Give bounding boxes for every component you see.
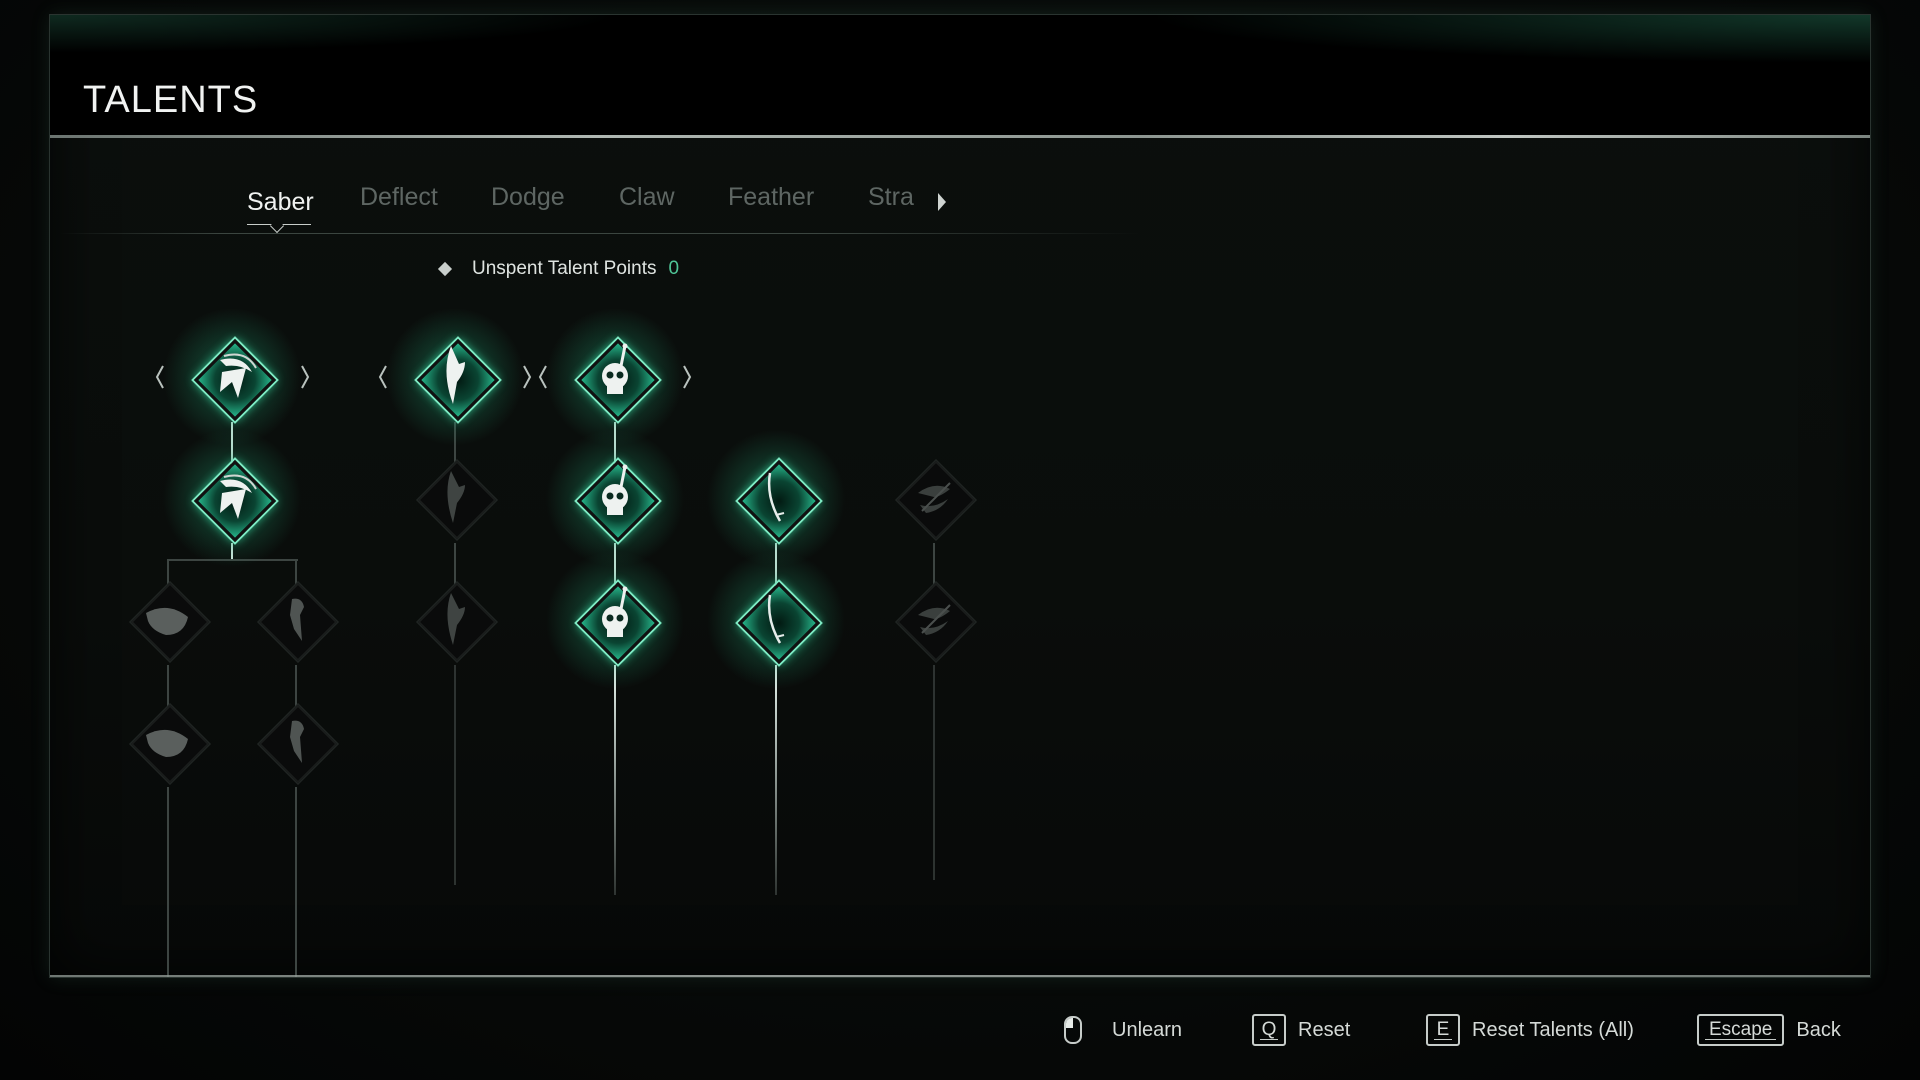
- saber-icon: [767, 472, 785, 522]
- back-label: Back: [1796, 1018, 1841, 1041]
- selector-right-arrow-icon[interactable]: [300, 365, 310, 389]
- blade-wing-icon: [446, 346, 465, 404]
- talent-node-rising-figure-1[interactable]: [251, 575, 341, 665]
- talent-node-blade-wing-2[interactable]: [410, 453, 500, 543]
- talent-node-reaper-slash-1[interactable]: [157, 302, 307, 452]
- footer-hints: Unlearn Q Reset E Reset Talents (All) Es…: [0, 1010, 1920, 1050]
- talent-tree: [50, 15, 1870, 977]
- key-q-icon: Q: [1252, 1014, 1286, 1046]
- reset-all-button[interactable]: E Reset Talents (All): [1426, 1010, 1634, 1050]
- reset-label: Reset: [1298, 1018, 1351, 1041]
- unlearn-label: Unlearn: [1112, 1018, 1183, 1041]
- talent-node-cloak-spin-1[interactable]: [123, 575, 213, 665]
- connector-line: [933, 665, 935, 880]
- reaper-slash-icon: [220, 353, 257, 398]
- skull-dagger-icon: [602, 586, 628, 637]
- reset-button[interactable]: Q Reset: [1252, 1010, 1350, 1050]
- reaper-slash-icon: [220, 474, 257, 519]
- talent-node-blade-wing-1[interactable]: [380, 302, 530, 452]
- talent-node-saber-1[interactable]: [701, 423, 851, 573]
- reset-all-label: Reset Talents (All): [1472, 1018, 1634, 1041]
- skull-dagger-icon: [602, 343, 628, 394]
- cloak-spin-icon: [146, 607, 188, 635]
- talent-node-rising-figure-2[interactable]: [251, 697, 341, 787]
- key-escape-icon: Escape: [1697, 1014, 1785, 1046]
- connector-line: [454, 665, 456, 885]
- talents-panel: TALENTS Saber Deflect Dodge Claw Feather…: [50, 15, 1870, 977]
- selector-left-arrow-icon[interactable]: [378, 365, 388, 389]
- talent-node-cloak-spin-2[interactable]: [123, 697, 213, 787]
- connector-line: [167, 787, 169, 977]
- talent-node-swirl-blade-1[interactable]: [889, 453, 979, 543]
- rising-figure-icon: [290, 598, 304, 641]
- cloak-spin-icon: [146, 729, 188, 757]
- back-button[interactable]: Escape Back: [1697, 1010, 1841, 1050]
- blade-wing-icon: [447, 593, 465, 645]
- talent-node-swirl-blade-2[interactable]: [889, 575, 979, 665]
- skull-dagger-icon: [602, 464, 628, 515]
- talent-node-reaper-slash-2[interactable]: [157, 423, 307, 573]
- unlearn-hint[interactable]: Unlearn: [1064, 1010, 1182, 1050]
- blade-wing-icon: [447, 471, 465, 523]
- talent-node-saber-2[interactable]: [701, 545, 851, 695]
- saber-icon: [767, 594, 785, 644]
- selector-right-arrow-icon[interactable]: [522, 365, 532, 389]
- swirl-blade-icon: [918, 604, 951, 635]
- connector-line: [775, 665, 777, 895]
- talent-node-blade-wing-3[interactable]: [410, 575, 500, 665]
- connector-line: [614, 665, 616, 895]
- key-e-icon: E: [1426, 1014, 1460, 1046]
- panel-bottom-border: [50, 975, 1870, 977]
- selector-left-arrow-icon[interactable]: [538, 365, 548, 389]
- selector-left-arrow-icon[interactable]: [155, 365, 165, 389]
- rising-figure-icon: [290, 720, 304, 763]
- talent-node-skull-dagger-2[interactable]: [540, 423, 690, 573]
- swirl-blade-icon: [918, 482, 951, 513]
- mouse-left-click-icon: [1064, 1016, 1082, 1044]
- connector-line: [295, 787, 297, 977]
- talent-node-skull-dagger-3[interactable]: [540, 545, 690, 695]
- talent-node-skull-dagger-1[interactable]: [540, 302, 690, 452]
- selector-right-arrow-icon[interactable]: [682, 365, 692, 389]
